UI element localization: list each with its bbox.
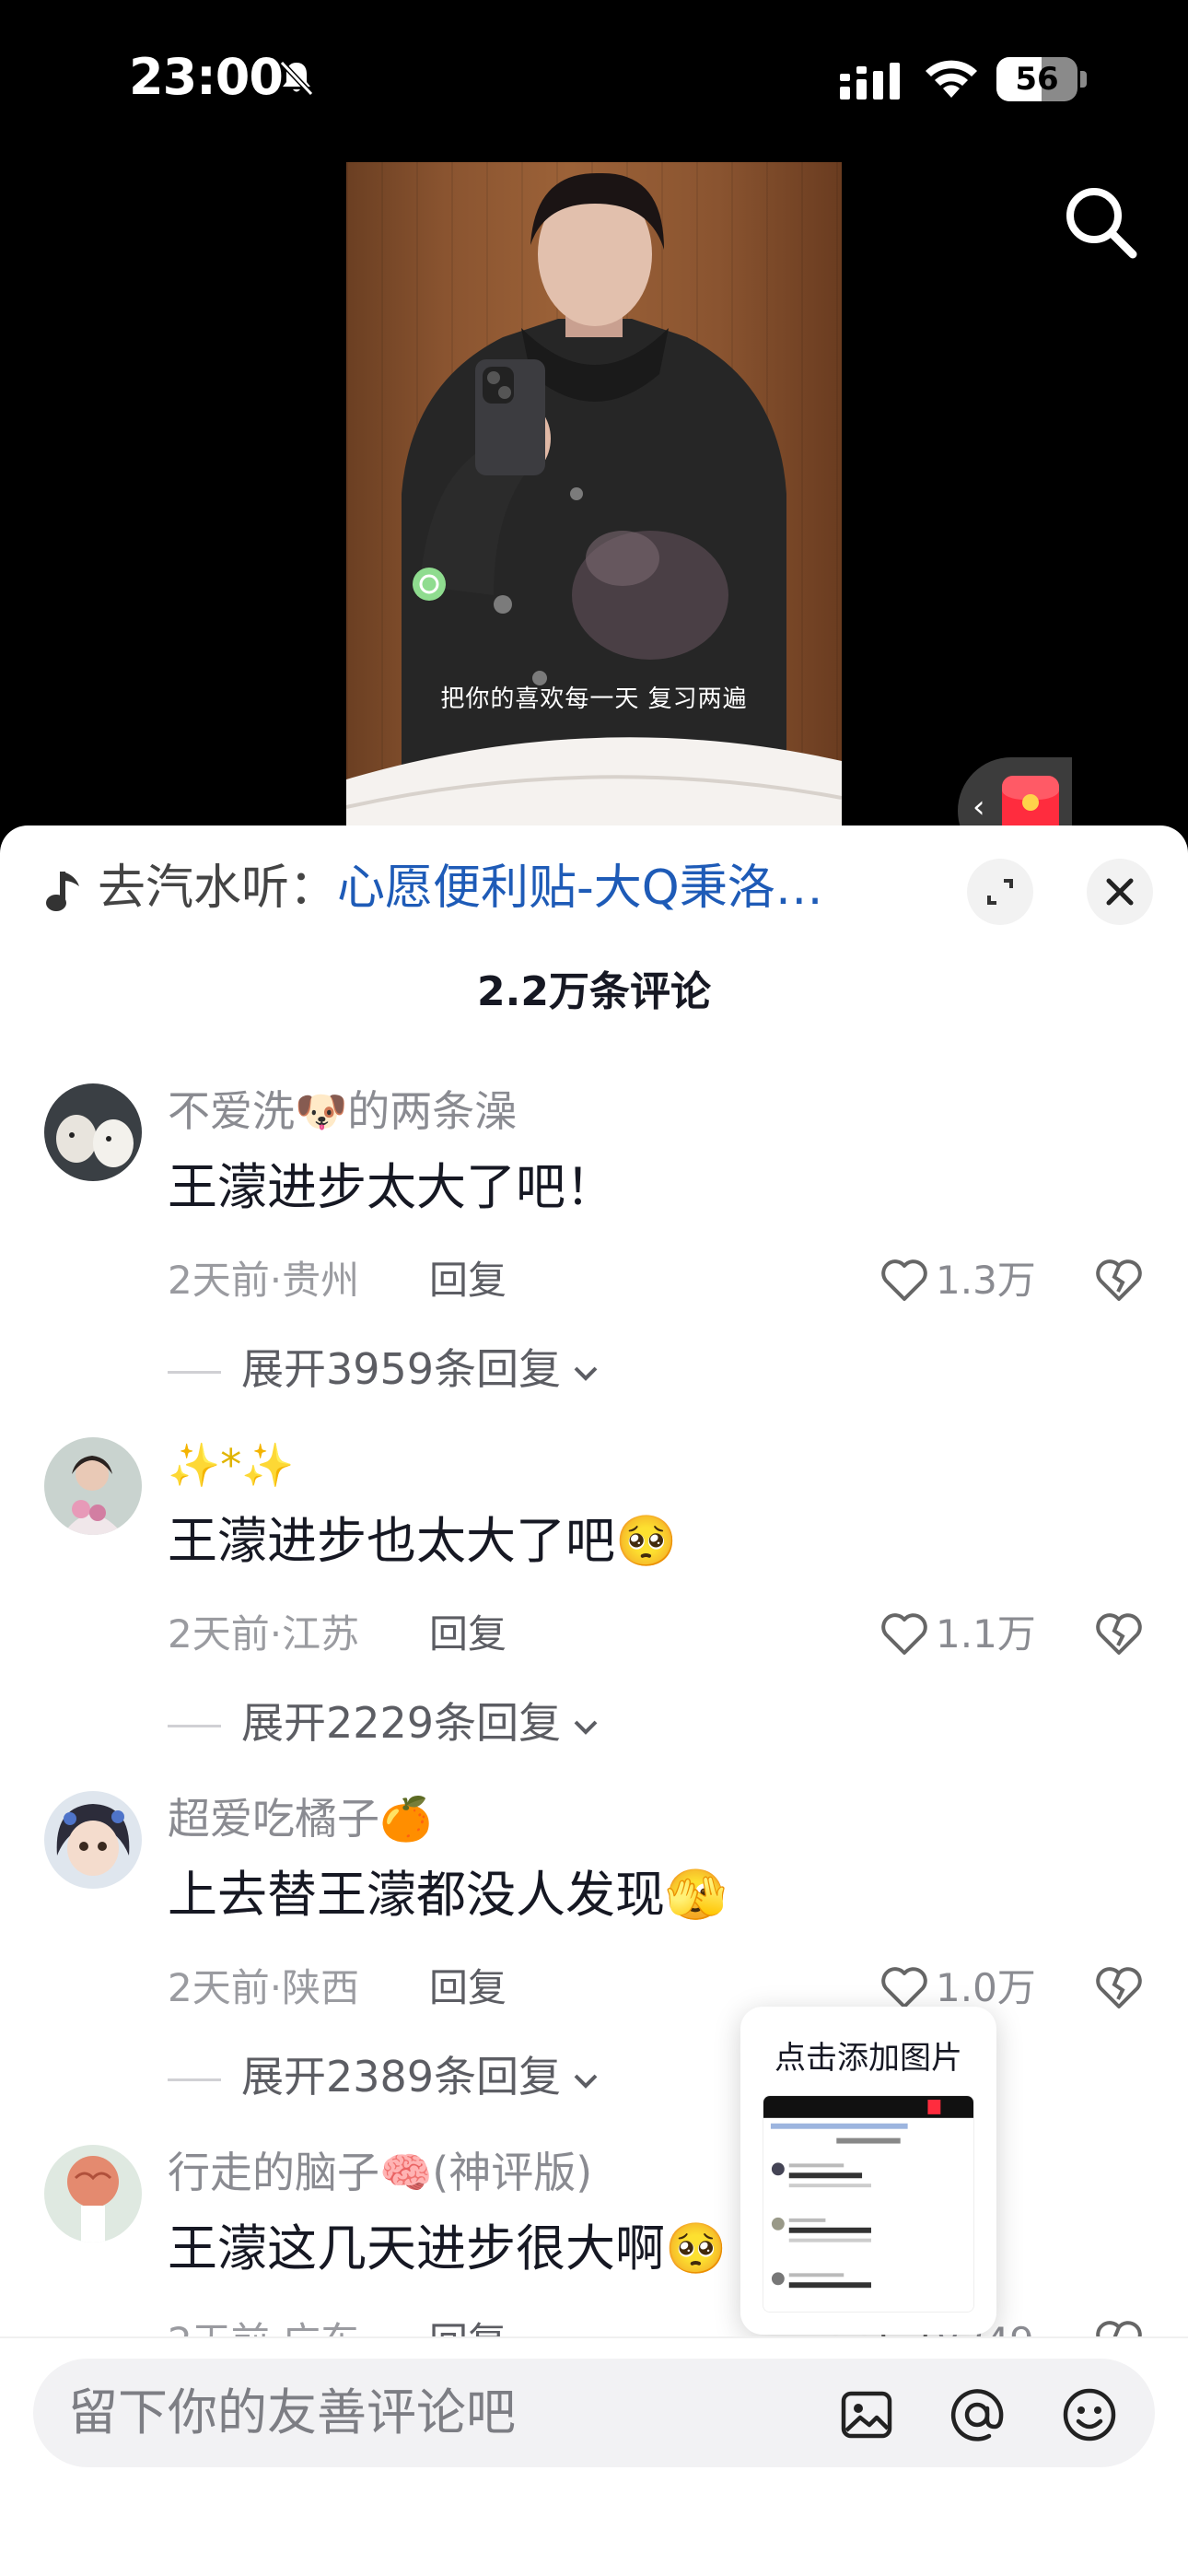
image-icon[interactable] <box>838 2386 895 2443</box>
tooltip-title: 点击添加图片 <box>775 2040 962 2077</box>
broken-heart-icon[interactable] <box>1094 1609 1144 1658</box>
comment-sheet: 去汽水听：心愿便利贴-大Q秉洛… 2.2万条评论 不爱洗🐶的两条澡 王濛进步太大… <box>0 825 1188 2576</box>
reply-button[interactable]: 回复 <box>429 1962 507 2014</box>
video-frame-image <box>346 172 842 825</box>
expand-icon <box>987 879 1013 905</box>
heart-icon[interactable] <box>879 1962 930 2012</box>
comment-text: 王濛进步也太大了吧🥺 <box>168 1512 678 1570</box>
close-icon <box>1106 878 1134 906</box>
avatar[interactable] <box>44 1437 142 1535</box>
like-count: 1.1万 <box>936 1611 1036 1657</box>
like-count: 1.3万 <box>936 1258 1036 1303</box>
comment-item: ✨*✨ 王濛进步也太大了吧🥺 2天前·江苏 回复 1.1万 展开2229条回复 <box>0 1437 1188 1806</box>
comment-count: 2.2万条评论 <box>477 968 711 1015</box>
screenshot-thumbnail[interactable] <box>763 2095 974 2313</box>
music-link[interactable]: 去汽水听：心愿便利贴-大Q秉洛… <box>44 862 823 914</box>
comment-username[interactable]: 超爱吃橘子🍊 <box>168 1791 432 1846</box>
comment-item: 超爱吃橘子🍊 上去替王濛都没人发现🫣 2天前·陕西 回复 1.0万 展开2389… <box>0 1791 1188 2160</box>
video-caption: 把你的喜欢每一天 复习两遍 <box>440 685 748 713</box>
battery-percent: 56 <box>1015 61 1059 98</box>
comment-meta: 2天前·陕西 <box>168 1965 360 2010</box>
expand-replies[interactable]: 展开2389条回复 <box>168 2049 601 2104</box>
battery-icon: 56 <box>996 57 1087 101</box>
battery-cap <box>1080 71 1087 88</box>
chevron-down-icon <box>574 2074 598 2089</box>
chevron-down-icon <box>574 1720 598 1735</box>
comment-item: 不爱洗🐶的两条澡 王濛进步太大了吧！ 2天前·贵州 回复 1.3万 展开3959… <box>0 1083 1188 1452</box>
heart-icon[interactable] <box>879 1609 930 1658</box>
avatar[interactable] <box>44 1791 142 1889</box>
close-button[interactable] <box>1087 859 1153 925</box>
chevron-down-icon <box>574 1366 598 1381</box>
battery-body: 56 <box>996 57 1077 101</box>
expand-replies[interactable]: 展开3959条回复 <box>168 1341 601 1397</box>
expand-replies-label: 展开3959条回复 <box>241 1344 562 1394</box>
avatar[interactable] <box>44 1083 142 1181</box>
expand-replies-label: 展开2229条回复 <box>241 1698 562 1748</box>
comment-input[interactable]: 留下你的友善评论吧 <box>33 2359 1155 2467</box>
music-prefix: 去汽水听： <box>98 861 338 916</box>
comment-username[interactable]: ✨*✨ <box>168 1437 295 1493</box>
divider-dash <box>168 2078 221 2081</box>
avatar[interactable] <box>44 2145 142 2242</box>
search-icon[interactable] <box>1059 181 1142 263</box>
add-image-tooltip[interactable]: 点击添加图片 <box>740 2007 996 2335</box>
reply-button[interactable]: 回复 <box>429 1609 507 1660</box>
heart-icon[interactable] <box>879 1255 930 1305</box>
comment-meta: 2天前·贵州 <box>168 1258 360 1303</box>
broken-heart-icon[interactable] <box>1094 1962 1144 2012</box>
music-note-icon <box>46 872 79 911</box>
comment-text: 上去替王濛都没人发现🫣 <box>168 1866 728 1924</box>
comment-input-bar: 留下你的友善评论吧 <box>0 2336 1188 2576</box>
wifi-icon <box>926 60 977 98</box>
signal-icon <box>840 63 900 100</box>
reply-button[interactable]: 回复 <box>429 1255 507 1306</box>
at-icon[interactable] <box>949 2386 1006 2443</box>
divider-dash <box>168 1725 221 1727</box>
comment-meta: 2天前·江苏 <box>168 1611 360 1657</box>
video-player[interactable]: 把你的喜欢每一天 复习两遍 <box>346 162 842 825</box>
status-time: 23:00 <box>129 48 284 106</box>
comment-placeholder: 留下你的友善评论吧 <box>68 2383 516 2441</box>
chevron-left-icon: ‹ <box>973 789 985 825</box>
smile-icon[interactable] <box>1061 2386 1118 2443</box>
comment-username[interactable]: 行走的脑子🧠(神评版) <box>168 2145 592 2200</box>
divider-dash <box>168 1371 221 1374</box>
broken-heart-icon[interactable] <box>1094 1255 1144 1305</box>
comment-text: 王濛这几天进步很大啊🥺 <box>168 2219 728 2277</box>
status-bar: 23:00 56 <box>0 0 1188 157</box>
bell-mute-icon <box>279 60 314 97</box>
music-title[interactable]: 心愿便利贴-大Q秉洛… <box>337 861 823 916</box>
expand-replies-label: 展开2389条回复 <box>241 2052 562 2102</box>
expand-replies[interactable]: 展开2229条回复 <box>168 1695 601 1751</box>
comment-text: 王濛进步太大了吧！ <box>168 1158 615 1216</box>
expand-button[interactable] <box>967 859 1033 925</box>
comment-username[interactable]: 不爱洗🐶的两条澡 <box>168 1083 517 1139</box>
